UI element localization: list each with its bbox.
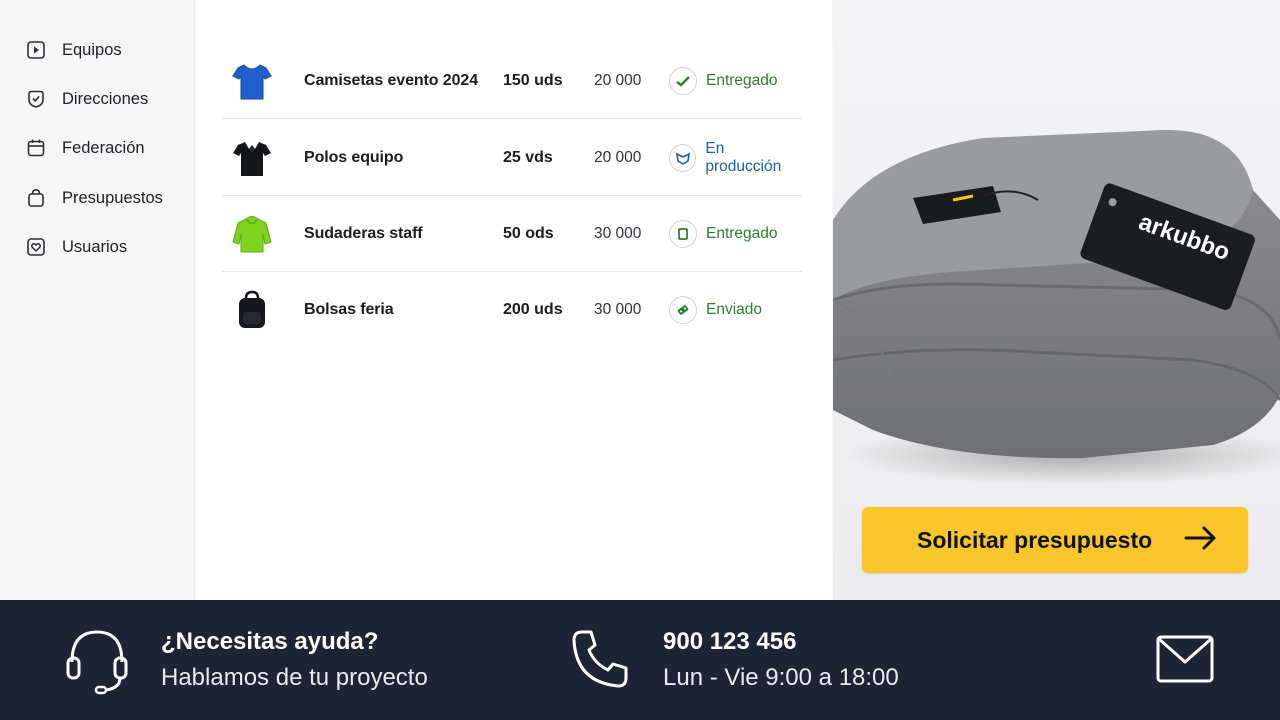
quantity: 25 vds [503, 148, 553, 166]
product-name: Polos equipo [304, 148, 404, 166]
sidebar: Equipos Direcciones Federación Presupues… [0, 0, 195, 600]
phone-number[interactable]: 900 123 456 [663, 628, 796, 656]
order-row[interactable]: Bolsas feria 200 uds 30 000 Enviado [222, 272, 802, 348]
order-row[interactable]: Sudaderas staff 50 ods 30 000 Entregado [222, 196, 802, 272]
sidebar-item-usuarios[interactable]: Usuarios [25, 234, 127, 260]
status-badge: Entregado [669, 219, 778, 248]
production-icon [669, 143, 697, 172]
sidebar-item-federacion[interactable]: Federación [25, 135, 145, 161]
status-label: Enviado [706, 301, 763, 318]
opening-hours: Lun - Vie 9:00 a 18:00 [663, 664, 899, 691]
shopping-bag-icon [25, 188, 46, 209]
heart-square-icon [25, 237, 46, 258]
sidebar-item-direcciones[interactable]: Direcciones [25, 86, 148, 112]
status-badge: En producción [669, 140, 802, 176]
status-label: Entregado [706, 71, 778, 89]
status-badge: Entregado [669, 66, 778, 95]
order-row[interactable]: Camisetas evento 2024 150 uds 20 000 Ent… [222, 43, 802, 119]
arrow-right-icon [1184, 526, 1218, 555]
help-subtitle: Hablamos de tu proyecto [161, 664, 428, 691]
request-quote-button[interactable]: Solicitar presupuesto [862, 507, 1248, 573]
quantity: 200 uds [503, 301, 563, 318]
quantity: 150 uds [503, 71, 563, 89]
status-badge: Enviado [669, 296, 762, 324]
orders-panel: Camisetas evento 2024 150 uds 20 000 Ent… [196, 0, 832, 600]
price: 30 000 [594, 301, 642, 318]
sidebar-item-presupuestos[interactable]: Presupuestos [25, 185, 163, 211]
product-name: Camisetas evento 2024 [304, 71, 479, 89]
shipped-icon [669, 296, 697, 324]
mail-icon[interactable] [1156, 634, 1214, 684]
sidebar-item-label: Usuarios [62, 237, 128, 256]
sidebar-item-label: Direcciones [62, 89, 149, 108]
polo-shirt-icon [228, 134, 276, 182]
sidebar-item-equipos[interactable]: Equipos [25, 37, 122, 63]
play-square-icon [25, 40, 46, 61]
sidebar-item-label: Federación [62, 138, 145, 157]
quantity: 50 ods [503, 224, 554, 242]
hoodie-icon [228, 210, 276, 258]
product-name: Sudaderas staff [304, 224, 423, 242]
tshirt-icon [228, 57, 276, 105]
headset-icon [64, 624, 130, 696]
backpack-icon [228, 286, 276, 334]
price: 20 000 [594, 71, 642, 89]
price: 30 000 [594, 224, 642, 242]
sidebar-item-label: Equipos [62, 40, 122, 59]
order-row[interactable]: Polos equipo 25 vds 20 000 En producción [222, 120, 802, 196]
help-title: ¿Necesitas ayuda? [161, 628, 379, 655]
status-label: Entregado [706, 224, 778, 242]
sidebar-item-label: Presupuestos [62, 188, 163, 207]
price: 20 000 [594, 148, 642, 166]
support-footer [0, 600, 1280, 720]
truck-check-icon [669, 66, 697, 95]
status-label: En producción [705, 139, 782, 175]
calendar-icon [25, 138, 46, 159]
product-name: Bolsas feria [304, 301, 394, 318]
request-quote-label: Solicitar presupuesto [917, 526, 1153, 553]
shield-check-icon [25, 89, 46, 110]
box-icon [669, 219, 697, 248]
phone-icon[interactable] [568, 626, 634, 692]
